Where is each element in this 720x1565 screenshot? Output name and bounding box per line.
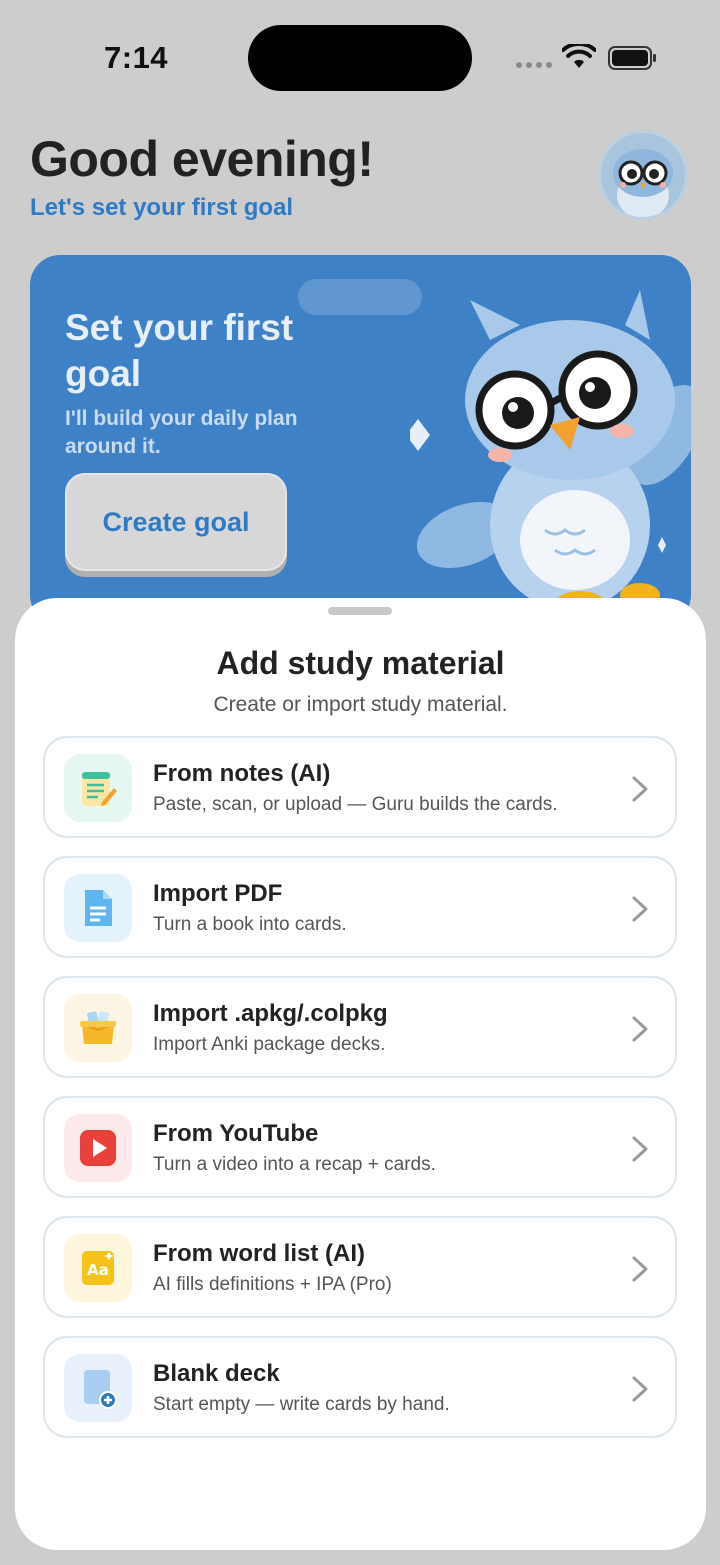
option-title: Blank deck xyxy=(153,1360,280,1387)
option-from-word-list[interactable]: Aa From word list (AI) AI fills definiti… xyxy=(43,1216,677,1318)
word-list-icon: Aa xyxy=(82,1251,114,1285)
chevron-right-icon xyxy=(632,1256,648,1282)
option-description: Import Anki package decks. xyxy=(153,1034,386,1055)
greeting-title: Good evening! xyxy=(30,131,374,187)
create-goal-button[interactable]: Create goal xyxy=(65,473,287,571)
option-from-notes[interactable]: From notes (AI) Paste, scan, or upload —… xyxy=(43,736,677,838)
option-icon-bg: Aa xyxy=(64,1234,132,1302)
status-time: 7:14 xyxy=(104,40,169,75)
option-title: From word list (AI) xyxy=(153,1240,365,1267)
sheet-title: Add study material xyxy=(216,645,505,681)
option-description: Paste, scan, or upload — Guru builds the… xyxy=(153,794,558,815)
option-description: Turn a video into a recap + cards. xyxy=(153,1154,436,1175)
option-description: Turn a book into cards. xyxy=(153,914,347,935)
option-title: Import .apkg/.colpkg xyxy=(153,1000,388,1027)
add-study-material-sheet: Add study material Create or import stud… xyxy=(15,598,706,1550)
blank-deck-icon xyxy=(84,1370,117,1409)
notes-icon xyxy=(82,772,117,806)
dynamic-island xyxy=(248,25,472,91)
sheet-grabber-handle[interactable] xyxy=(328,607,392,615)
option-title: From notes (AI) xyxy=(153,760,331,787)
option-import-apkg[interactable]: Import .apkg/.colpkg Import Anki package… xyxy=(43,976,677,1078)
chevron-right-icon xyxy=(632,1136,648,1162)
chevron-right-icon xyxy=(632,1016,648,1042)
option-import-pdf[interactable]: Import PDF Turn a book into cards. xyxy=(43,856,677,958)
hero-title: Set your first goal xyxy=(65,307,294,394)
wifi-icon xyxy=(562,44,596,68)
option-from-youtube[interactable]: From YouTube Turn a video into a recap +… xyxy=(43,1096,677,1198)
hero-decoration-pill xyxy=(298,279,422,315)
owl-mascot-icon xyxy=(410,290,691,619)
option-icon-bg xyxy=(64,874,132,942)
option-icon-bg xyxy=(64,1114,132,1182)
package-box-icon xyxy=(80,1011,116,1044)
screen: 7:14 Good evening! Let's set your first … xyxy=(0,0,720,1565)
option-icon-bg xyxy=(64,754,132,822)
owl-avatar[interactable] xyxy=(598,130,688,220)
option-title: Import PDF xyxy=(153,880,283,907)
chevron-right-icon xyxy=(632,1376,648,1402)
battery-icon xyxy=(608,46,656,70)
pdf-document-icon xyxy=(85,890,112,926)
option-icon-bg xyxy=(64,994,132,1062)
owl-avatar-icon xyxy=(613,149,673,217)
sheet-subtitle: Create or import study material. xyxy=(213,693,508,716)
greeting-subtitle[interactable]: Let's set your first goal xyxy=(30,194,293,222)
option-blank-deck[interactable]: Blank deck Start empty — write cards by … xyxy=(43,1336,677,1438)
chevron-right-icon xyxy=(632,896,648,922)
goal-hero-card: Set your first goal I'll build your dail… xyxy=(30,255,691,625)
cellular-signal-icon xyxy=(516,62,552,68)
svg-text:Aa: Aa xyxy=(87,1261,109,1279)
option-title: From YouTube xyxy=(153,1120,319,1147)
option-description: Start empty — write cards by hand. xyxy=(153,1394,450,1415)
youtube-play-icon xyxy=(80,1130,116,1166)
hero-description: I'll build your daily plan around it. xyxy=(65,407,298,458)
chevron-right-icon xyxy=(632,776,648,802)
option-icon-bg xyxy=(64,1354,132,1422)
option-description: AI fills definitions + IPA (Pro) xyxy=(153,1274,392,1295)
